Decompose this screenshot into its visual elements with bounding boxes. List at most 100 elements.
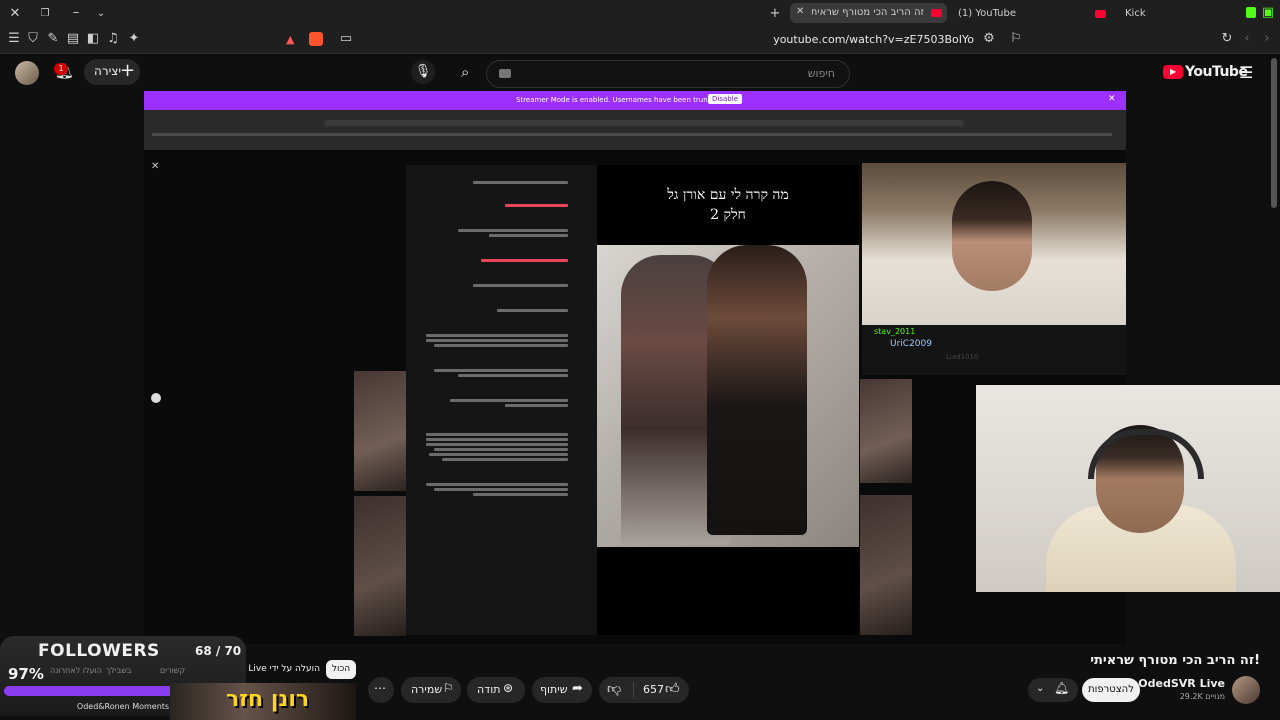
page-scrollbar[interactable]: [1271, 58, 1277, 208]
share-button[interactable]: שיתוף ➦: [532, 677, 592, 703]
video-title: זה הריב הכי מטורף שראיתי!: [1090, 653, 1260, 668]
more-actions-button[interactable]: ⋯: [368, 677, 394, 703]
channel-avatar[interactable]: [1232, 676, 1260, 704]
stream-chat: stav_2011 UriC2009 Liad1010: [862, 325, 1126, 375]
comments-panel: [406, 165, 598, 635]
video-caption-line2: חלק 2: [710, 207, 746, 223]
restore-window-icon[interactable]: ❐: [37, 7, 53, 21]
hamburger-menu-icon[interactable]: ☰: [1239, 63, 1253, 82]
forward-icon[interactable]: ›: [1259, 32, 1275, 46]
chip-related: קשורים: [160, 666, 186, 675]
thanks-icon: ⊛: [503, 681, 514, 695]
shield-icon[interactable]: ⛉: [25, 32, 41, 46]
story-video: מה קרה לי עם אורן גל חלק 2: [597, 165, 859, 635]
tab-list-chevron-icon[interactable]: ⌄: [93, 7, 109, 21]
followers-count: 68 / 70: [195, 644, 242, 658]
background-thumbnail: [860, 495, 912, 635]
share-icon: ➦: [572, 681, 583, 696]
subscribe-button[interactable]: להצטרפות: [1082, 678, 1140, 702]
browser-tab-bar: ✕ ❐ – ⌄ + ✕ זה הריב הכי מטורף שראיתי! (1…: [0, 0, 1280, 27]
inner-bookmarks-bar: [152, 133, 1112, 136]
search-placeholder: חיפוש: [807, 67, 835, 80]
new-tab-button[interactable]: +: [767, 7, 783, 21]
site-settings-icon[interactable]: ⚙: [981, 32, 997, 46]
search-icon[interactable]: ⌕: [461, 63, 469, 81]
like-icon[interactable]: 👍︎: [665, 680, 680, 697]
headphones: [1088, 429, 1204, 479]
notification-settings-button[interactable]: ⌄ 🔔︎: [1028, 678, 1078, 702]
tab-kick[interactable]: Kick: [1125, 8, 1146, 19]
brave-shield-icon[interactable]: [309, 32, 323, 46]
channel-name[interactable]: OdedSVR Live: [1130, 677, 1225, 690]
screen-icon[interactable]: ▭: [338, 32, 354, 46]
share-label: שיתוף: [540, 683, 568, 696]
save-label: שמירה: [411, 683, 443, 696]
thanks-button[interactable]: תודה ⊛: [467, 677, 525, 703]
inner-address-bar: [324, 120, 964, 126]
chip-recent: בשבילך: [106, 666, 132, 675]
sidebar-icon[interactable]: ◧: [85, 32, 101, 46]
youtube-logo-icon[interactable]: ▶: [1163, 65, 1183, 79]
subscribe-label: להצטרפות: [1088, 684, 1134, 695]
browser-toolbar: ☰ ⛉ ✎ ▤ ◧ ♫ ✦ ▲ ▭ youtube.com/watch?v=zE…: [0, 27, 1280, 54]
subscriber-count: 29.2K מנויים: [1179, 692, 1225, 701]
thanks-label: תודה: [477, 683, 501, 696]
close-tab-icon[interactable]: ✕: [796, 6, 804, 17]
minimize-window-icon[interactable]: –: [68, 6, 84, 20]
chat-user: stav_2011: [874, 327, 916, 336]
background-thumbnail: [354, 496, 406, 636]
puzzle-icon[interactable]: ✦: [126, 32, 142, 46]
extension-icon[interactable]: ✎: [45, 32, 61, 46]
create-button[interactable]: יצירה +: [84, 59, 140, 85]
story-photo: [597, 245, 859, 547]
streamer-webcam: [862, 163, 1126, 325]
tab-youtube[interactable]: (1) YouTube: [958, 8, 1088, 19]
streamer-mode-banner: Streamer Mode is enabled. Usernames have…: [144, 91, 1126, 110]
close-story-icon: ✕: [151, 161, 160, 172]
keyboard-icon[interactable]: [499, 69, 511, 78]
streamer-mode-text: Streamer Mode is enabled. Usernames have…: [516, 96, 730, 104]
story-prev-icon: [151, 393, 161, 403]
chip-label: הכול: [331, 664, 351, 674]
avatar[interactable]: [15, 61, 39, 85]
create-label: יצירה: [94, 64, 122, 78]
kick-icon: ▣: [1261, 5, 1275, 20]
music-icon[interactable]: ♫: [105, 32, 121, 46]
close-banner-icon[interactable]: ✕: [1108, 94, 1116, 104]
microphone-icon[interactable]: 🎙︎: [411, 60, 435, 84]
like-count: 657: [643, 683, 664, 696]
bookmark-icon[interactable]: ⚐: [1008, 32, 1024, 46]
search-input[interactable]: חיפוש: [486, 60, 850, 88]
facecam-overlay: [976, 385, 1280, 592]
close-window-icon[interactable]: ✕: [7, 7, 23, 21]
dislike-icon[interactable]: 👎︎: [607, 680, 621, 697]
plus-icon: +: [120, 60, 136, 81]
save-icon: ⚐: [443, 681, 454, 695]
tab-active-video[interactable]: ✕ זה הריב הכי מטורף שראיתי! (1): [790, 3, 947, 23]
background-thumbnail: [354, 371, 406, 491]
background-thumbnail: [860, 379, 912, 483]
menu-icon[interactable]: ☰: [6, 32, 22, 46]
more-icon: ⋯: [374, 681, 386, 695]
save-button[interactable]: שמירה ⚐: [401, 677, 461, 703]
tabs-icon[interactable]: ▤: [65, 32, 81, 46]
disable-streamer-mode-button[interactable]: Disable: [708, 94, 742, 104]
chip-all[interactable]: הכול: [326, 660, 356, 679]
youtube-favicon-icon: [931, 9, 942, 17]
notification-badge: 1: [54, 63, 68, 75]
kick-favicon-icon: [1246, 7, 1256, 18]
video-caption-line1: מה קרה לי עם אורן גל: [667, 187, 789, 203]
url-bar[interactable]: youtube.com/watch?v=zE7503BoIYo: [700, 33, 974, 46]
bottom-banner-text: רונן חזר: [226, 687, 310, 712]
inner-browser-chrome: [144, 110, 1126, 150]
person-figure: [707, 245, 807, 535]
back-icon[interactable]: ‹: [1239, 32, 1255, 46]
followers-percent: 97%: [8, 665, 44, 683]
tab-label: זה הריב הכי מטורף שראיתי! (1): [812, 7, 924, 18]
reload-icon[interactable]: ↻: [1219, 32, 1235, 46]
tab-label: Kick: [1125, 8, 1146, 19]
brave-rewards-icon[interactable]: ▲: [286, 33, 300, 46]
chat-user: UriC2009: [890, 339, 932, 349]
chevron-down-icon: ⌄: [1036, 683, 1045, 694]
streamer-face: [952, 181, 1032, 291]
